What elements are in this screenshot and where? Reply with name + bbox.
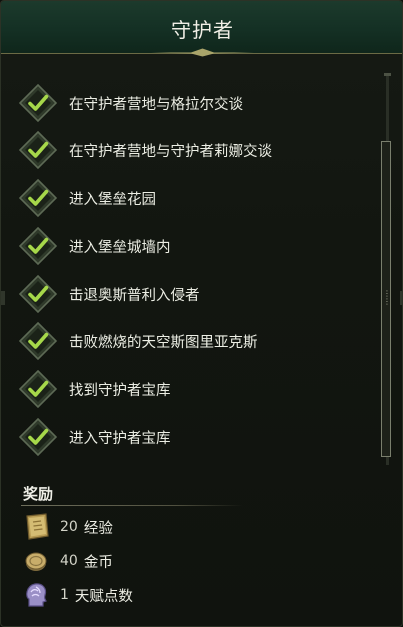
checkmark-icon [19, 322, 57, 360]
checkmark-icon [19, 227, 57, 265]
reward-amount: 1 [60, 587, 69, 603]
quest-title: 守护者 [171, 18, 234, 42]
rewards-heading: 奖励 [23, 485, 54, 503]
checkmark-icon [19, 275, 57, 313]
objective-item[interactable]: 进入守护者宝库 [19, 417, 369, 457]
objective-item[interactable]: 在守护者营地与格拉尔交谈 [19, 83, 369, 123]
reward-label: 经验 [83, 520, 113, 537]
objective-text: 找到守护者宝库 [69, 382, 171, 399]
objective-text: 进入堡垒城墙内 [69, 239, 171, 256]
header-ornament-icon [151, 48, 254, 57]
objective-item[interactable]: 在守护者营地与守护者莉娜交谈 [19, 130, 369, 170]
objective-text: 击败燃烧的天空斯图里亚克斯 [69, 334, 258, 351]
reward-xp[interactable]: 20 经验 [21, 512, 113, 542]
checkmark-icon [19, 131, 57, 169]
objective-text: 击退奥斯普利入侵者 [69, 287, 200, 304]
reward-gold[interactable]: 40 金币 [21, 546, 113, 576]
objective-item[interactable]: 击退奥斯普利入侵者 [19, 274, 369, 314]
gold-coin-icon [25, 552, 47, 571]
rewards-divider [21, 505, 243, 506]
scrollbar-top-cap [384, 73, 391, 76]
objective-text: 在守护者营地与格拉尔交谈 [69, 96, 243, 113]
talent-head-icon [26, 583, 47, 607]
quest-panel: 守护者 在守护者营地与格拉尔交谈 在守护者营地与守护者莉娜交谈 进入堡垒花园 进… [0, 0, 403, 627]
objective-item[interactable]: 进入堡垒城墙内 [19, 226, 369, 266]
xp-book-icon [26, 513, 49, 540]
objective-text: 进入堡垒花园 [69, 191, 156, 208]
reward-label: 金币 [83, 554, 113, 571]
checkmark-icon [19, 370, 57, 408]
objective-text: 进入守护者宝库 [69, 430, 171, 447]
objective-item[interactable]: 击败燃烧的天空斯图里亚克斯 [19, 321, 369, 361]
checkmark-icon [19, 418, 57, 456]
reward-label: 天赋点数 [74, 588, 133, 605]
scrollbar-thumb[interactable]: ⋮ ⋮ [381, 141, 391, 457]
objective-item[interactable]: 进入堡垒花园 [19, 178, 369, 218]
reward-talent[interactable]: 1 天赋点数 [21, 580, 133, 610]
panel-left-notch [1, 291, 5, 305]
checkmark-icon [19, 179, 57, 217]
checkmark-icon [19, 84, 57, 122]
objective-item[interactable]: 找到守护者宝库 [19, 369, 369, 409]
reward-amount: 20 [60, 519, 78, 535]
reward-amount: 40 [60, 553, 78, 569]
grip-icon: ⋮ ⋮ [383, 289, 391, 306]
objective-text: 在守护者营地与守护者莉娜交谈 [69, 143, 272, 160]
quest-header: 守护者 [1, 1, 402, 57]
